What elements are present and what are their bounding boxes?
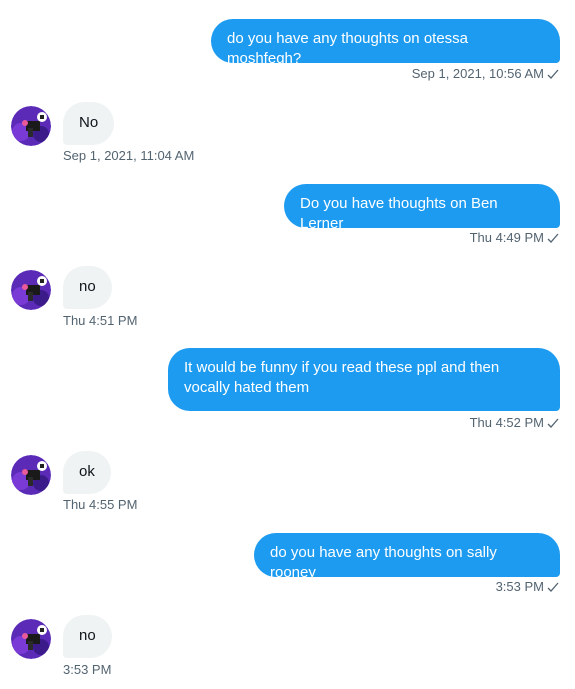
message-timestamp: Sep 1, 2021, 10:56 AM [412,66,559,84]
message-text: No [79,114,99,131]
avatar[interactable] [11,619,51,659]
incoming-message-bubble[interactable]: no [63,266,112,309]
message-timestamp: Thu 4:55 PM [63,497,138,512]
incoming-message-bubble[interactable]: no [63,615,112,658]
message-text: no [79,627,96,644]
message-text: do you have any thoughts on otessa moshf… [227,30,469,67]
checkmark-icon [547,581,559,597]
message-text: do you have any thoughts on sally rooney [270,544,497,581]
incoming-message-bubble[interactable]: ok [63,451,111,494]
message-timestamp: 3:53 PM [63,662,112,677]
message-timestamp: Thu 4:49 PM [470,230,559,248]
message-text: no [79,278,96,295]
avatar[interactable] [11,106,51,146]
checkmark-icon [547,232,559,248]
outgoing-message-bubble[interactable]: do you have any thoughts on otessa moshf… [211,19,560,67]
message-timestamp: 3:53 PM [496,579,559,597]
avatar[interactable] [11,455,51,495]
incoming-message-bubble[interactable]: No [63,102,114,145]
message-thread: do you have any thoughts on otessa moshf… [0,0,575,689]
checkmark-icon [547,417,559,433]
message-timestamp: Thu 4:51 PM [63,313,138,328]
checkmark-icon [547,68,559,84]
message-text: Do you have thoughts on Ben Lerner [300,195,498,232]
avatar[interactable] [11,270,51,310]
message-text: ok [79,463,95,480]
outgoing-message-bubble[interactable]: It would be funny if you read these ppl … [168,348,560,411]
message-timestamp: Thu 4:52 PM [470,415,559,433]
outgoing-message-bubble[interactable]: do you have any thoughts on sally rooney [254,533,560,581]
message-text: It would be funny if you read these ppl … [184,359,500,396]
message-timestamp: Sep 1, 2021, 11:04 AM [63,148,195,163]
outgoing-message-bubble[interactable]: Do you have thoughts on Ben Lerner [284,184,560,232]
